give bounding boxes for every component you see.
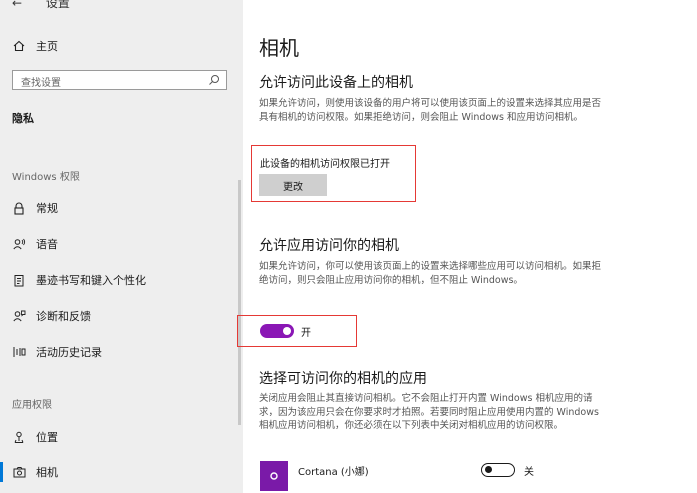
app-access-toggle[interactable] [260,324,294,338]
page-title: 相机 [259,36,299,60]
sidebar-scrollbar[interactable] [238,180,241,425]
highlight-box-app-toggle [237,315,357,347]
home-icon [12,39,26,53]
sidebar-item-location[interactable]: 位置 [12,426,58,448]
app-access-heading: 允许应用访问你的相机 [259,238,399,254]
feedback-icon [12,309,26,323]
app-access-description: 如果允许访问，你可以使用该页面上的设置来选择哪些应用可以访问相机。如果拒绝访问，… [259,261,602,286]
sidebar-item-label: 语音 [36,238,58,251]
section-title-privacy: 隐私 [12,112,34,125]
activity-history-icon [12,345,26,359]
app-name-cortana: Cortana (小娜) [298,467,369,478]
toggle-knob [485,466,492,473]
search-placeholder: 查找设置 [21,78,61,89]
sidebar-item-label: 常规 [36,202,58,215]
sidebar-item-label: 活动历史记录 [36,346,102,359]
back-row[interactable]: ← 设置 [12,0,70,11]
settings-title: 设置 [45,0,70,10]
toggle-knob [283,327,291,335]
sidebar-item-label: 诊断和反馈 [36,310,91,323]
location-icon [12,430,26,444]
settings-sidebar: ← 设置 主页 查找设置 隐私 Windows 权限 常规 语音 墨迹书写和键入… [0,0,243,493]
search-input[interactable]: 查找设置 [12,70,227,90]
camera-icon [12,465,26,479]
sidebar-item-label: 墨迹书写和键入个性化 [36,274,146,287]
lock-icon [12,201,26,215]
sidebar-item-general[interactable]: 常规 [12,197,58,219]
group-label-app-permissions: 应用权限 [12,400,52,411]
active-indicator [0,462,3,482]
device-access-status: 此设备的相机访问权限已打开 [260,159,390,170]
cortana-toggle[interactable] [481,463,515,477]
back-arrow-icon[interactable]: ← [12,0,22,10]
cortana-toggle-label: 关 [524,467,534,478]
device-access-heading: 允许访问此设备上的相机 [259,75,413,91]
choose-apps-description: 关闭应用会阻止其直接访问相机。它不会阻止打开内置 Windows 相机应用的请求… [259,393,599,431]
sidebar-item-label: 相机 [36,466,58,479]
sidebar-item-diagnostics[interactable]: 诊断和反馈 [12,305,91,327]
search-icon[interactable] [208,74,220,89]
sidebar-item-voice[interactable]: 语音 [12,233,58,255]
sidebar-item-home[interactable]: 主页 [12,35,58,57]
group-label-windows-permissions: Windows 权限 [12,172,80,183]
device-access-description: 如果允许访问，则使用该设备的用户将可以使用该页面上的设置来选择其应用是否具有相机… [259,98,602,123]
app-access-toggle-label: 开 [301,328,311,339]
main-content: 相机 允许访问此设备上的相机 如果允许访问，则使用该设备的用户将可以使用该页面上… [237,0,697,493]
voice-icon [12,237,26,251]
choose-apps-heading: 选择可访问你的相机的应用 [259,371,427,387]
sidebar-item-camera[interactable]: 相机 [12,461,58,483]
sidebar-item-activity-history[interactable]: 活动历史记录 [12,341,102,363]
pen-clipboard-icon [12,273,26,287]
change-button[interactable]: 更改 [259,174,327,196]
sidebar-item-inking-typing[interactable]: 墨迹书写和键入个性化 [12,269,146,291]
sidebar-item-label: 位置 [36,431,58,444]
sidebar-item-label: 主页 [36,40,58,53]
cortana-app-icon [260,461,288,491]
